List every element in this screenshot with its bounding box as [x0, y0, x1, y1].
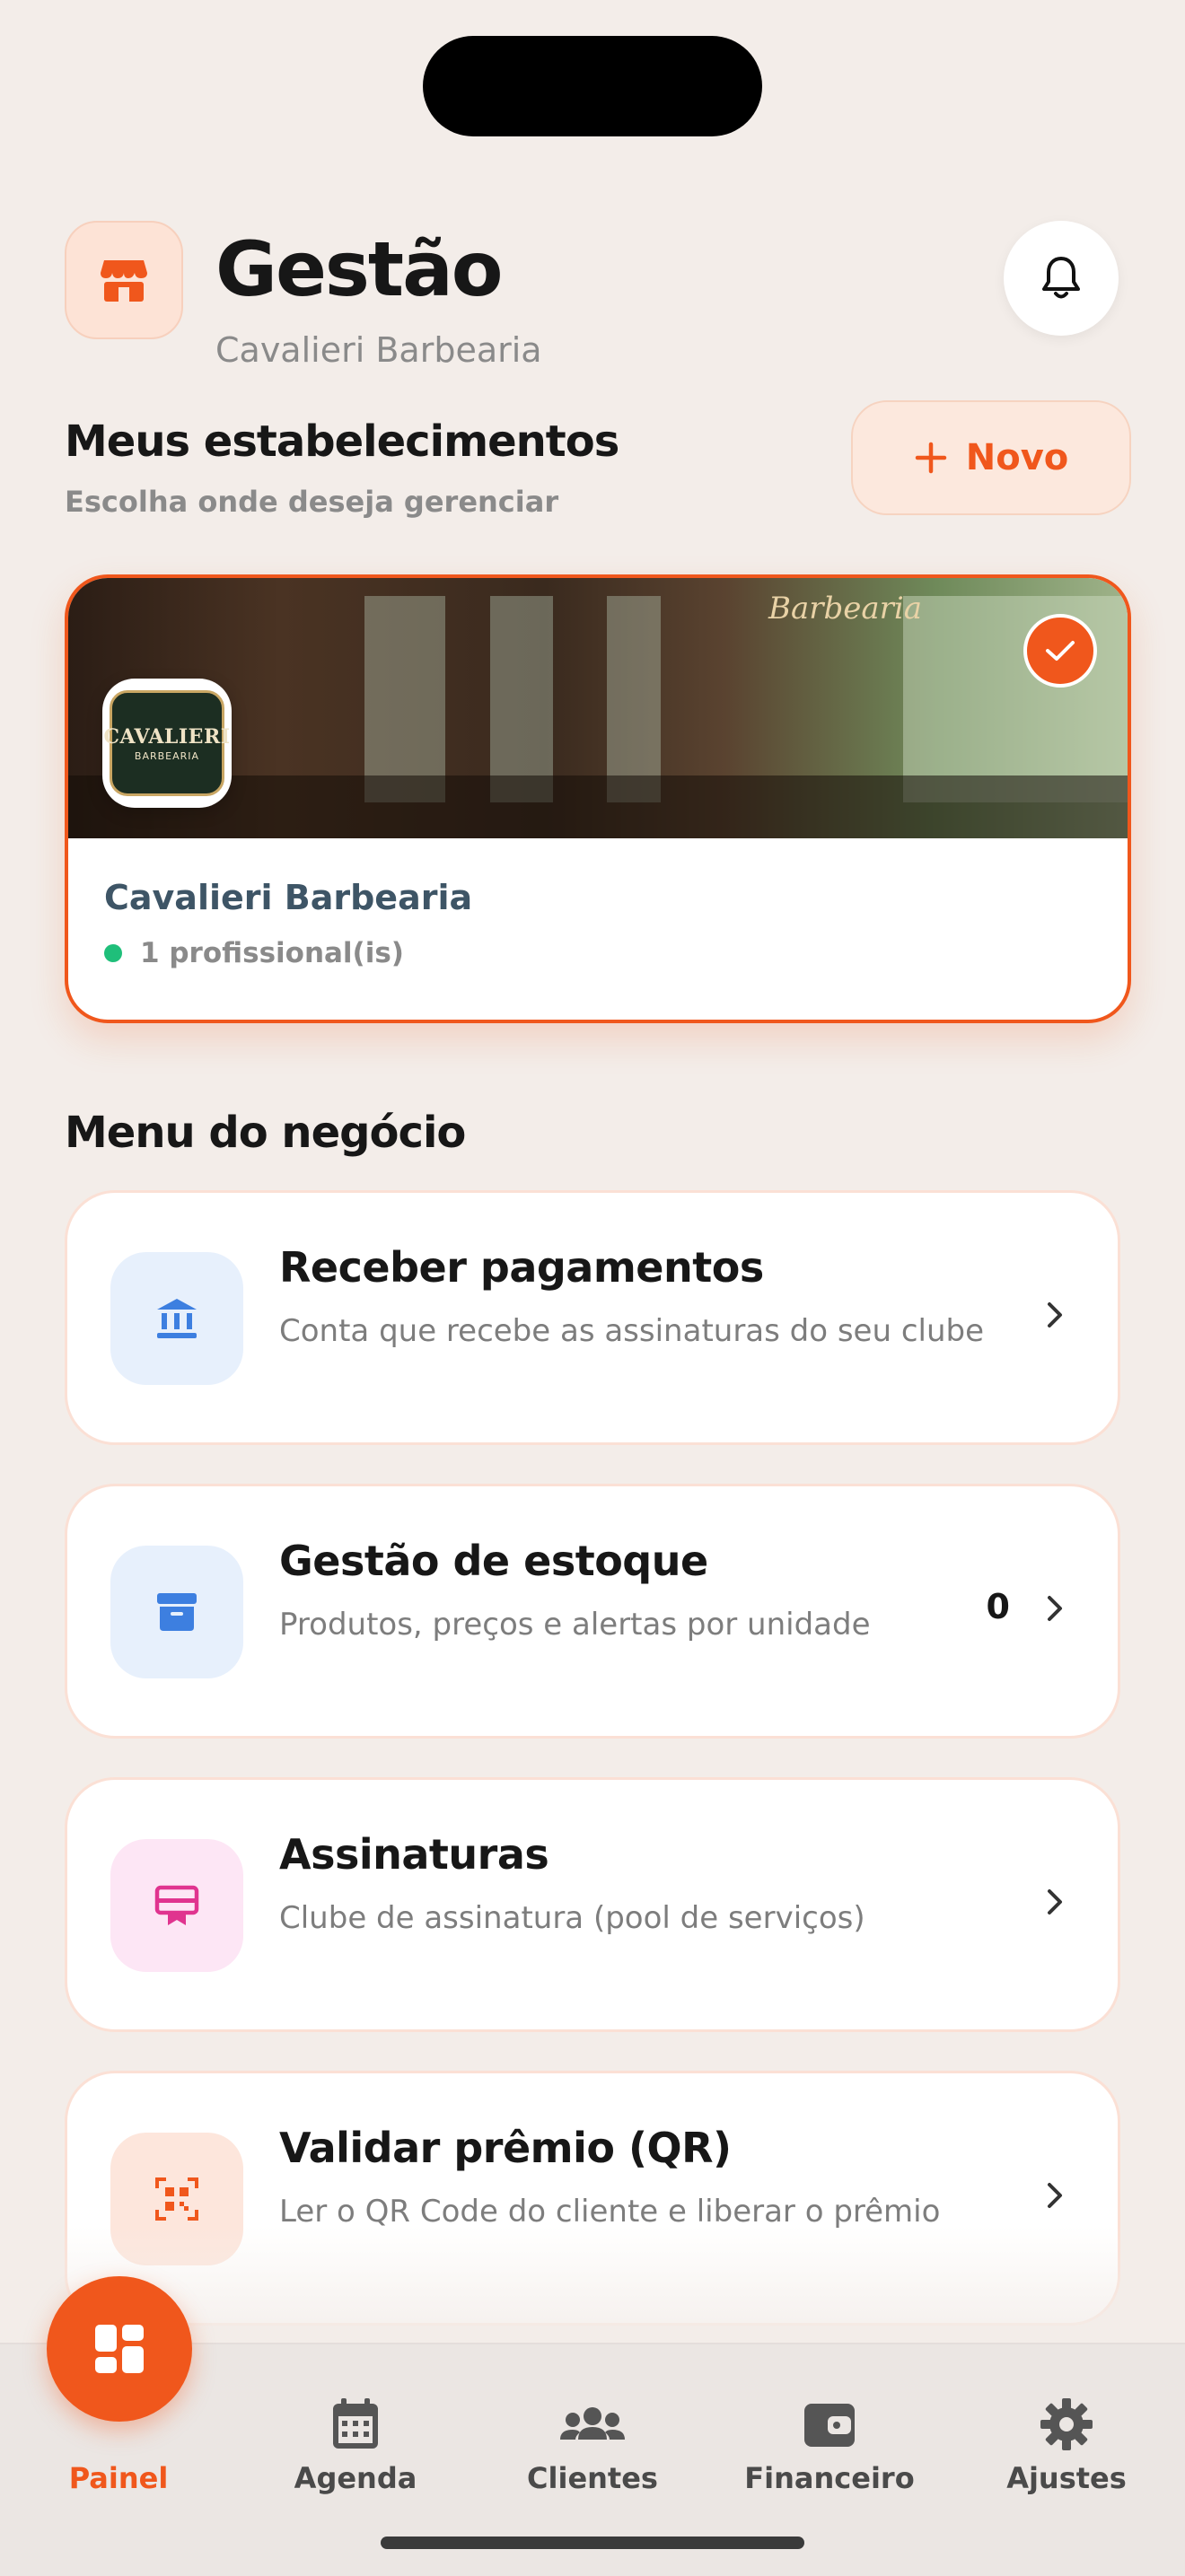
- page-title: Gestão: [215, 225, 503, 313]
- menu-item-title: Assinaturas: [279, 1830, 549, 1879]
- menu-item-title: Validar prêmio (QR): [279, 2124, 732, 2172]
- page-subtitle: Cavalieri Barbearia: [215, 330, 542, 370]
- notifications-button[interactable]: [1004, 221, 1119, 336]
- tab-clientes[interactable]: Clientes: [503, 2396, 682, 2495]
- dashboard-fab-button[interactable]: [47, 2276, 192, 2422]
- establishment-meta: 1 profissional(is): [104, 937, 404, 969]
- users-icon: [560, 2407, 625, 2440]
- menu-item-desc: Conta que recebe as assinaturas do seu c…: [279, 1313, 985, 1349]
- banner-sign: Barbearia: [768, 591, 923, 626]
- tab-agenda[interactable]: Agenda: [266, 2396, 445, 2495]
- inventory-alert-count: 0: [986, 1587, 1010, 1626]
- menu-item-receive-payments[interactable]: Receber pagamentos Conta que recebe as a…: [65, 1190, 1120, 1445]
- menu-item-title: Gestão de estoque: [279, 1537, 708, 1585]
- calendar-icon: [333, 2398, 378, 2449]
- tab-financeiro[interactable]: Financeiro: [740, 2396, 919, 2495]
- status-dot: [104, 944, 122, 962]
- establishment-card[interactable]: Barbearia CAVALIERI BARBEARIA Cavalieri …: [65, 574, 1131, 1023]
- chevron-right-icon: [1048, 1889, 1062, 1914]
- home-indicator: [381, 2537, 804, 2549]
- bell-icon: [1042, 257, 1080, 299]
- tab-label: Financeiro: [744, 2461, 915, 2495]
- chevron-right-icon: [1048, 2183, 1062, 2208]
- gear-icon: [1040, 2398, 1093, 2450]
- tab-ajustes[interactable]: Ajustes: [977, 2396, 1156, 2495]
- tab-label: Ajustes: [1006, 2461, 1127, 2495]
- menu-item-title: Receber pagamentos: [279, 1243, 764, 1292]
- professionals-count: 1 profissional(is): [140, 937, 404, 969]
- dashboard-grid-icon: [95, 2325, 144, 2373]
- archive-box-icon: [110, 1546, 243, 1678]
- tab-label: Agenda: [294, 2461, 417, 2495]
- chevron-right-icon: [1048, 1596, 1062, 1621]
- new-button-label: Novo: [965, 437, 1069, 478]
- selected-check-icon: [1023, 614, 1097, 688]
- tab-label: Clientes: [527, 2461, 658, 2495]
- chevron-right-icon: [1048, 1302, 1062, 1327]
- logo-text: CAVALIERI: [103, 724, 231, 749]
- store-icon: [65, 221, 183, 339]
- menu-item-desc: Ler o QR Code do cliente e liberar o prê…: [279, 2194, 941, 2230]
- establishments-title: Meus estabelecimentos: [65, 416, 619, 467]
- menu-title: Menu do negócio: [65, 1108, 466, 1158]
- menu-item-subscriptions[interactable]: Assinaturas Clube de assinatura (pool de…: [65, 1777, 1120, 2032]
- plus-icon: [915, 442, 946, 474]
- establishments-subtitle: Escolha onde deseja gerenciar: [65, 485, 559, 519]
- dynamic-island: [423, 36, 762, 136]
- bank-icon: [110, 1252, 243, 1385]
- card-badge-icon: [110, 1839, 243, 1972]
- new-establishment-button[interactable]: Novo: [851, 400, 1131, 515]
- menu-item-desc: Clube de assinatura (pool de serviços): [279, 1900, 865, 1936]
- menu-item-desc: Produtos, preços e alertas por unidade: [279, 1607, 871, 1643]
- tab-label: Painel: [68, 2461, 169, 2495]
- menu-item-inventory[interactable]: Gestão de estoque Produtos, preços e ale…: [65, 1484, 1120, 1739]
- logo-subtext: BARBEARIA: [134, 749, 200, 762]
- establishment-logo: CAVALIERI BARBEARIA: [102, 679, 232, 808]
- wallet-icon: [804, 2404, 855, 2447]
- establishment-name: Cavalieri Barbearia: [104, 878, 473, 917]
